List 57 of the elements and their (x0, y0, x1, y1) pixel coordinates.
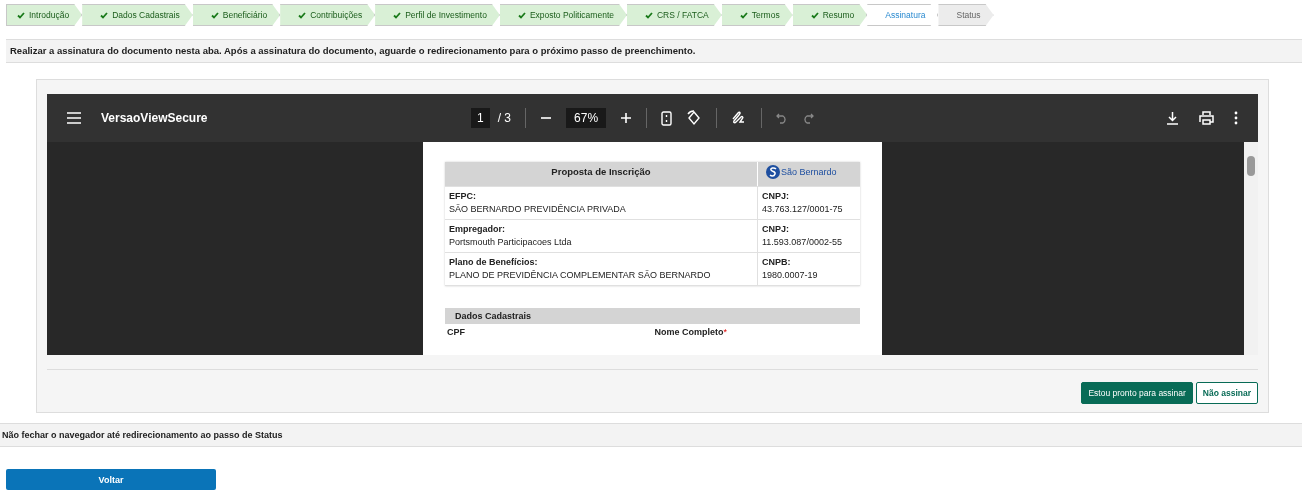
check-icon (393, 11, 402, 19)
document-heading: Proposta de Inscrição (445, 162, 758, 187)
wizard-step[interactable]: Resumo (792, 4, 868, 26)
more-icon[interactable] (1234, 111, 1238, 125)
check-icon (17, 11, 25, 19)
wizard-step[interactable]: Status (938, 4, 994, 26)
instruction-text: Realizar a assinatura do documento nesta aba. Após a assinatura do documento, aguarde o redirecionamento para o próximo passo de preenchimento. (6, 39, 1302, 63)
action-button[interactable]: Estou pronto para assinar (1081, 382, 1193, 404)
document-title: VersaoViewSecure (101, 111, 209, 125)
field-label: CNPB: (762, 256, 792, 269)
fit-page-icon[interactable] (661, 110, 673, 126)
field-value: PLANO DE PREVIDÊNCIA COMPLEMENTAR SÃO BERNARDO (449, 269, 712, 282)
check-icon (810, 11, 819, 19)
field-value: SÃO BERNARDO PREVIDÊNCIA PRIVADA (449, 203, 627, 216)
wizard-step[interactable]: Assinatura (867, 4, 939, 26)
section-heading: Dados Cadastrais (445, 308, 860, 324)
field-label: Empregador: (449, 223, 506, 236)
action-button[interactable]: Não assinar (1195, 382, 1258, 404)
field-value: Portsmouth Participacoes Ltda (449, 236, 573, 249)
download-icon[interactable] (1166, 111, 1179, 125)
wizard-step[interactable]: Termos (721, 4, 793, 26)
redo-icon[interactable] (802, 112, 815, 124)
zoom-in-icon[interactable] (620, 112, 633, 124)
wizard-step[interactable]: Contribuições (280, 4, 376, 26)
page-input[interactable]: 1 (471, 108, 490, 128)
wizard-step[interactable]: Exposto Politicamente (499, 4, 627, 26)
wizard-step[interactable]: Perfil de Investimento (375, 4, 500, 26)
undo-icon[interactable] (776, 112, 789, 124)
required-mark: * (723, 327, 728, 337)
page-total: / 3 (497, 111, 512, 125)
wizard-step[interactable]: Beneficiário (192, 4, 281, 26)
menu-icon[interactable] (67, 112, 81, 124)
field-label: EFPC: (449, 190, 477, 203)
print-icon[interactable] (1199, 111, 1214, 125)
wizard-step[interactable]: Dados Cadastrais (82, 4, 193, 26)
notice-text: Não fechar o navegador até redirecionamento ao passo de Status (0, 423, 1302, 447)
back-button[interactable]: Voltar (6, 469, 216, 490)
check-icon (517, 11, 526, 19)
field-label: Nome Completo (654, 327, 724, 337)
field-label: CNPJ: (762, 223, 790, 236)
logo-icon (766, 165, 780, 179)
check-icon (100, 11, 109, 19)
field-label: CPF (447, 327, 465, 337)
field-value: 1980.0007-19 (762, 269, 819, 282)
wizard-step[interactable]: CRS / FATCA (627, 4, 722, 26)
field-label: Plano de Benefícios: (449, 256, 539, 269)
field-label: CNPJ: (762, 190, 790, 203)
field-value: 11.593.087/0002-55 (762, 236, 843, 249)
check-icon (739, 11, 748, 19)
logo-text: São Bernardo (781, 165, 837, 179)
wizard-step[interactable]: Introdução (6, 4, 83, 26)
field-value: 43.763.127/0001-75 (762, 203, 844, 216)
zoom-input[interactable]: 67% (566, 108, 607, 128)
check-icon (298, 11, 307, 19)
check-icon (210, 11, 219, 19)
check-icon (645, 11, 653, 19)
scrollbar[interactable] (1244, 142, 1258, 355)
